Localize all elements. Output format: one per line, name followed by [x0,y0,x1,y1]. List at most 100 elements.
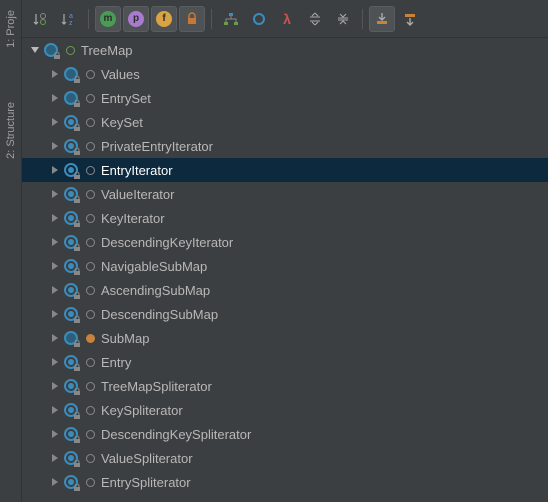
collapse-all-icon [336,12,350,26]
expand-arrow-icon[interactable] [48,190,62,198]
tree-node[interactable]: AscendingSubMap [22,278,548,302]
show-lambda-button[interactable]: λ [274,6,300,32]
toolbar-separator [362,9,363,29]
project-tool-tab[interactable]: 1: Proje [3,4,19,54]
expand-arrow-icon[interactable] [48,358,62,366]
autoscroll-to-icon [375,12,389,26]
visibility-indicator [66,46,75,55]
class-icon [62,137,80,155]
node-label: NavigableSubMap [101,259,207,274]
visibility-indicator [86,334,95,343]
visibility-indicator [86,142,95,151]
tree-node[interactable]: NavigableSubMap [22,254,548,278]
tool-window-tab-strip: 1: Proje 2: Structure [0,0,22,502]
tree-node[interactable]: EntryIterator [22,158,548,182]
expand-arrow-icon[interactable] [48,118,62,126]
show-fields-button[interactable]: f [151,6,177,32]
node-label: TreeMap [81,43,133,58]
class-icon [62,449,80,467]
toolbar-separator [211,9,212,29]
class-icon [62,65,80,83]
expand-all-button[interactable] [302,6,328,32]
tree-node[interactable]: DescendingKeySpliterator [22,422,548,446]
lock-icon [185,12,199,26]
node-label: Values [101,67,140,82]
tree-node-root[interactable]: TreeMap [22,38,548,62]
collapse-all-button[interactable] [330,6,356,32]
node-label: DescendingKeySpliterator [101,427,251,442]
show-methods-button[interactable]: m [95,6,121,32]
visibility-indicator [86,358,95,367]
tree-node[interactable]: ValueSpliterator [22,446,548,470]
node-label: EntryIterator [101,163,173,178]
class-icon [62,353,80,371]
show-anonymous-button[interactable] [246,6,272,32]
sort-by-visibility-button[interactable] [28,6,54,32]
show-inherited-button[interactable] [218,6,244,32]
class-icon [62,161,80,179]
visibility-indicator [86,454,95,463]
class-icon [62,425,80,443]
visibility-indicator [86,478,95,487]
sort-alpha-icon: a z [61,11,77,27]
tree-node[interactable]: SubMap [22,326,548,350]
autoscroll-from-source-button[interactable] [397,6,423,32]
autoscroll-to-source-button[interactable] [369,6,395,32]
expand-arrow-icon[interactable] [48,94,62,102]
class-icon [62,233,80,251]
show-non-public-button[interactable] [179,6,205,32]
class-icon [62,257,80,275]
structure-toolbar: a z m p f [22,0,548,38]
tree-node[interactable]: TreeMapSpliterator [22,374,548,398]
expand-arrow-icon[interactable] [48,334,62,342]
expand-arrow-icon[interactable] [48,166,62,174]
node-label: ValueIterator [101,187,174,202]
tree-node[interactable]: EntrySet [22,86,548,110]
expand-arrow-icon[interactable] [48,478,62,486]
tree-node[interactable]: KeyIterator [22,206,548,230]
expand-arrow-icon[interactable] [48,382,62,390]
structure-tab-label: 2: Structure [5,102,17,159]
expand-arrow-icon[interactable] [48,454,62,462]
svg-text:a: a [69,13,73,20]
expand-arrow-icon[interactable] [48,406,62,414]
expand-arrow-icon[interactable] [48,70,62,78]
tree-node[interactable]: PrivateEntryIterator [22,134,548,158]
tree-node[interactable]: Entry [22,350,548,374]
property-icon: p [128,11,144,27]
node-label: EntrySpliterator [101,475,191,490]
class-icon [42,41,60,59]
visibility-indicator [86,382,95,391]
node-label: DescendingKeyIterator [101,235,233,250]
structure-tool-tab[interactable]: 2: Structure [3,96,19,165]
class-icon [62,377,80,395]
tree-node[interactable]: ValueIterator [22,182,548,206]
expand-all-icon [308,12,322,26]
expand-arrow-icon[interactable] [48,286,62,294]
expand-arrow-icon[interactable] [28,46,42,54]
expand-arrow-icon[interactable] [48,142,62,150]
structure-tree[interactable]: TreeMap Values EntrySet KeySet PrivateEn… [22,38,548,502]
expand-arrow-icon[interactable] [48,310,62,318]
node-label: SubMap [101,331,149,346]
class-icon [62,89,80,107]
tree-node[interactable]: DescendingSubMap [22,302,548,326]
toolbar-separator [88,9,89,29]
expand-arrow-icon[interactable] [48,430,62,438]
svg-text:z: z [69,20,73,27]
visibility-indicator [86,70,95,79]
field-icon: f [156,11,172,27]
show-properties-button[interactable]: p [123,6,149,32]
structure-panel: a z m p f [22,0,548,502]
tree-node[interactable]: DescendingKeyIterator [22,230,548,254]
expand-arrow-icon[interactable] [48,214,62,222]
sort-alphabetically-button[interactable]: a z [56,6,82,32]
class-icon [62,329,80,347]
tree-node[interactable]: KeySet [22,110,548,134]
expand-arrow-icon[interactable] [48,238,62,246]
tree-node[interactable]: KeySpliterator [22,398,548,422]
tree-node[interactable]: EntrySpliterator [22,470,548,494]
tree-node[interactable]: Values [22,62,548,86]
expand-arrow-icon[interactable] [48,262,62,270]
node-label: ValueSpliterator [101,451,193,466]
